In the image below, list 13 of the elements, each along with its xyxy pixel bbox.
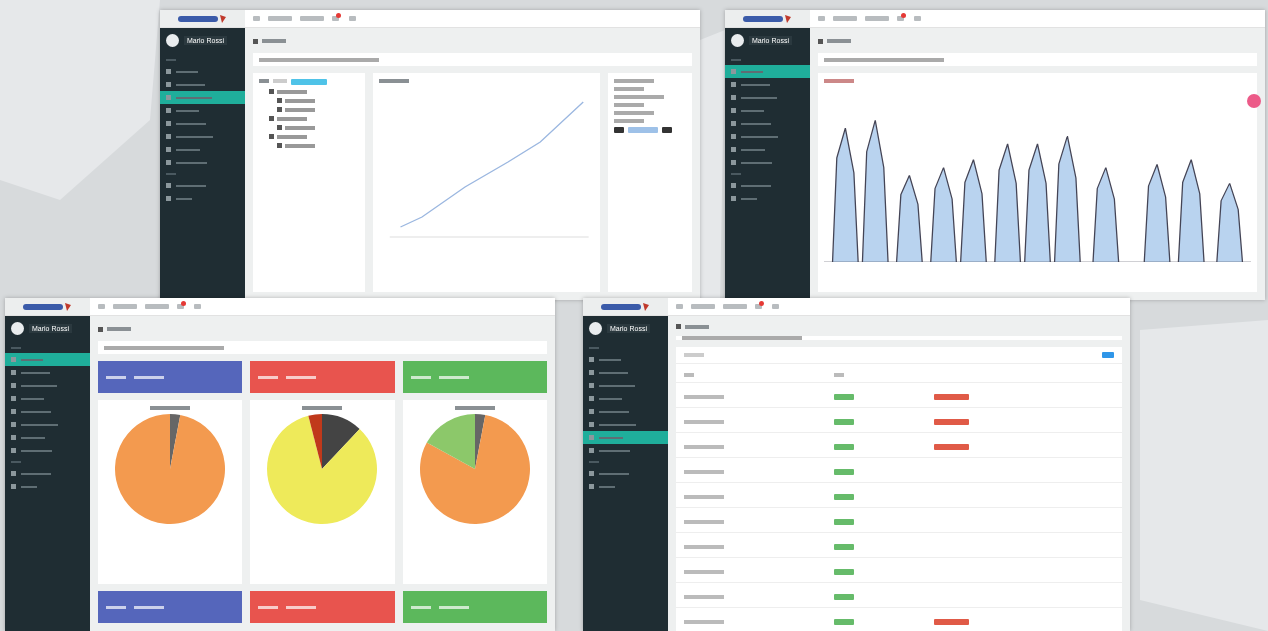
avatar — [589, 322, 602, 335]
notification-dot — [901, 12, 906, 18]
notification-dot — [759, 300, 764, 306]
notification-dot — [336, 12, 341, 18]
avatar — [11, 322, 24, 335]
notification-dot — [181, 300, 186, 306]
floating-button[interactable] — [1247, 94, 1261, 108]
avatar — [166, 34, 179, 47]
logo-icon — [742, 14, 793, 23]
logo-icon — [177, 14, 228, 23]
avatar — [731, 34, 744, 47]
logo-icon — [600, 302, 651, 311]
logo-icon — [22, 302, 73, 311]
